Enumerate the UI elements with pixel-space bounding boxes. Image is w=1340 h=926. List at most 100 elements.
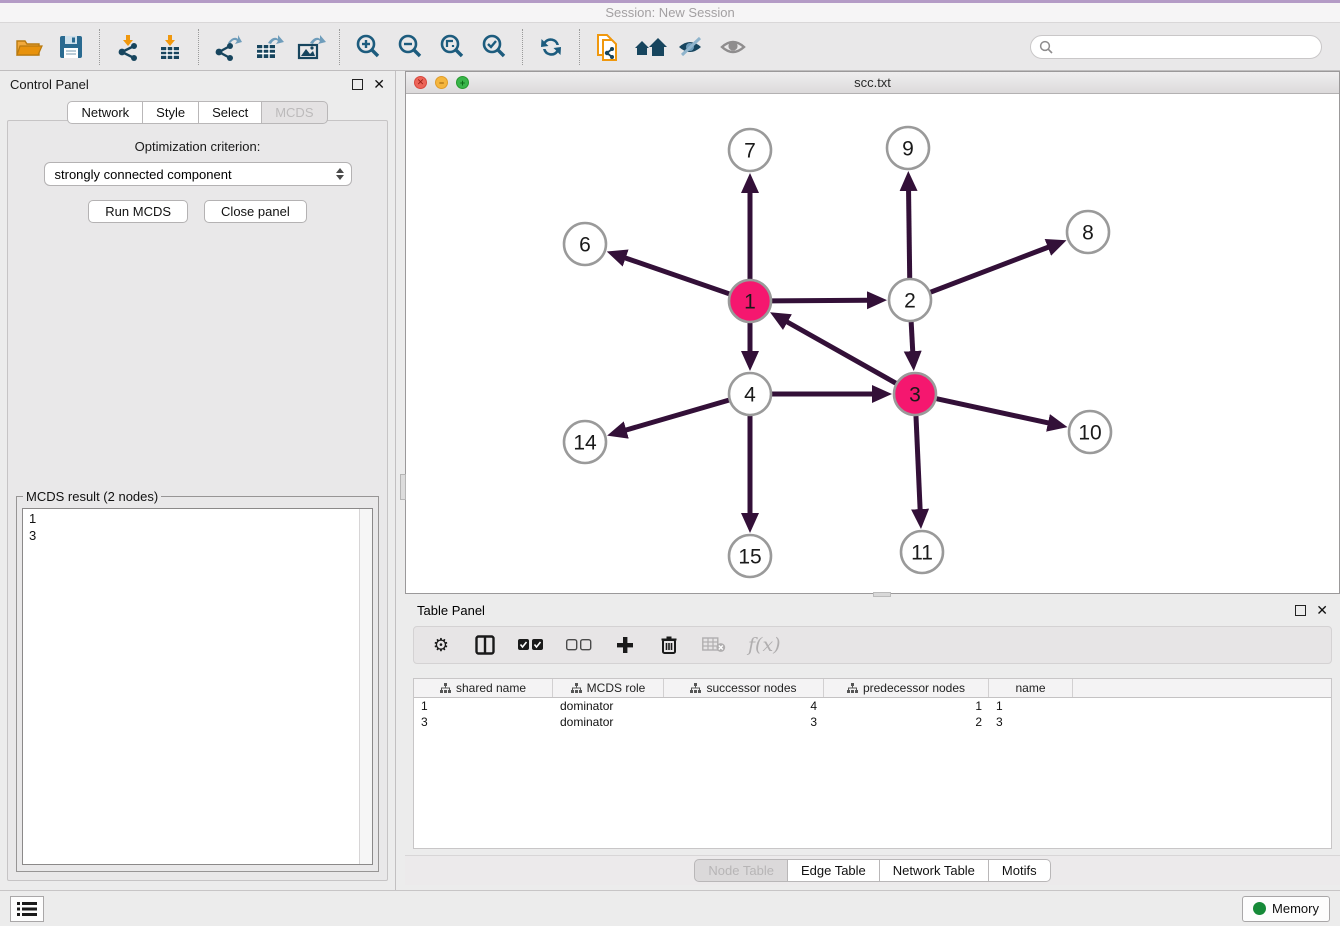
- main-toolbar: [0, 23, 1340, 71]
- cell-mcds-role[interactable]: dominator: [553, 698, 664, 714]
- edge-3-1[interactable]: [787, 322, 896, 384]
- export-table-icon: [254, 33, 284, 61]
- cell-shared-name[interactable]: 3: [414, 714, 553, 730]
- tab-select[interactable]: Select: [199, 101, 262, 124]
- refresh-view-button[interactable]: [530, 27, 572, 67]
- network-window-titlebar[interactable]: scc.txt ✕ − +: [406, 72, 1339, 94]
- tab-edge-table[interactable]: Edge Table: [788, 859, 880, 882]
- network-canvas[interactable]: 7968124314101511: [406, 94, 1339, 593]
- cell-name[interactable]: 3: [989, 714, 1073, 730]
- table-row[interactable]: 3dominator323: [414, 714, 1331, 730]
- mcds-result-area[interactable]: 1 3: [22, 508, 373, 865]
- node-table[interactable]: shared nameMCDS rolesuccessor nodesprede…: [413, 678, 1332, 849]
- delete-table-icon[interactable]: [702, 633, 726, 657]
- zoom-out-button[interactable]: [389, 27, 431, 67]
- edge-1-2[interactable]: [772, 300, 868, 301]
- graph-node-label-15: 15: [738, 545, 761, 568]
- edge-2-8[interactable]: [931, 247, 1049, 292]
- edge-3-10[interactable]: [936, 399, 1048, 423]
- memory-status-icon: [1253, 902, 1266, 915]
- cell-name[interactable]: 1: [989, 698, 1073, 714]
- column-header-shared-name[interactable]: shared name: [414, 679, 553, 697]
- search-box[interactable]: [1030, 35, 1322, 59]
- float-panel-icon[interactable]: [352, 79, 363, 90]
- unselect-all-columns-icon[interactable]: [566, 633, 592, 657]
- add-column-icon[interactable]: [614, 633, 636, 657]
- tab-mcds[interactable]: MCDS: [262, 101, 327, 124]
- table-panel-title: Table Panel: [417, 603, 485, 618]
- criterion-select[interactable]: strongly connected component: [44, 162, 352, 186]
- edge-2-3[interactable]: [911, 322, 913, 352]
- column-header-predecessor-nodes[interactable]: predecessor nodes: [824, 679, 989, 697]
- close-panel-button[interactable]: Close panel: [204, 200, 307, 223]
- toolbar-separator: [99, 29, 100, 65]
- task-list-icon: [17, 901, 37, 917]
- import-table-button[interactable]: [149, 27, 191, 67]
- hide-selected-button[interactable]: [671, 27, 713, 67]
- cell-shared-name[interactable]: 1: [414, 698, 553, 714]
- export-network-icon: [212, 33, 242, 61]
- zoom-in-button[interactable]: [347, 27, 389, 67]
- cell-successor-nodes[interactable]: 4: [664, 698, 824, 714]
- column-layout-icon[interactable]: [474, 633, 496, 657]
- edge-3-11[interactable]: [916, 416, 920, 510]
- memory-button[interactable]: Memory: [1242, 896, 1330, 922]
- select-all-columns-icon[interactable]: [518, 633, 544, 657]
- mcds-panel: Optimization criterion: strongly connect…: [7, 120, 388, 881]
- graph-node-label-4: 4: [744, 383, 756, 406]
- edge-4-14[interactable]: [625, 400, 729, 430]
- column-header-mcds-role[interactable]: MCDS role: [553, 679, 664, 697]
- save-session-icon: [58, 34, 84, 60]
- float-table-panel-icon[interactable]: [1295, 605, 1306, 616]
- edge-2-9[interactable]: [909, 190, 910, 278]
- status-bar: Memory: [0, 890, 1340, 926]
- control-panel-tabs: NetworkStyleSelectMCDS: [0, 101, 395, 124]
- search-input[interactable]: [1058, 40, 1313, 54]
- export-table-button[interactable]: [248, 27, 290, 67]
- export-network-button[interactable]: [206, 27, 248, 67]
- result-scrollbar[interactable]: [359, 509, 372, 864]
- table-row[interactable]: 1dominator411: [414, 698, 1331, 714]
- tab-style[interactable]: Style: [143, 101, 199, 124]
- save-session-button[interactable]: [50, 27, 92, 67]
- splitter-handle-left[interactable]: [400, 474, 406, 500]
- task-history-button[interactable]: [10, 896, 44, 922]
- close-table-panel-icon[interactable]: ✕: [1316, 605, 1328, 616]
- column-header-successor-nodes[interactable]: successor nodes: [664, 679, 824, 697]
- cell-mcds-role[interactable]: dominator: [553, 714, 664, 730]
- column-header-name[interactable]: name: [989, 679, 1073, 697]
- tab-network-table[interactable]: Network Table: [880, 859, 989, 882]
- edge-1-6[interactable]: [625, 258, 730, 294]
- first-neighbors-button[interactable]: [629, 27, 671, 67]
- mcds-result-text: 1 3: [23, 509, 358, 864]
- close-panel-icon[interactable]: ✕: [373, 79, 385, 90]
- graph-node-label-9: 9: [902, 137, 914, 160]
- network-view-window: scc.txt ✕ − + 7968124314101511: [405, 71, 1340, 594]
- table-toolbar: ⚙ f(x): [413, 626, 1332, 664]
- tab-node-table[interactable]: Node Table: [694, 859, 788, 882]
- export-image-button[interactable]: [290, 27, 332, 67]
- toolbar-separator: [339, 29, 340, 65]
- run-mcds-button[interactable]: Run MCDS: [88, 200, 188, 223]
- tab-motifs[interactable]: Motifs: [989, 859, 1051, 882]
- tab-network[interactable]: Network: [67, 101, 143, 124]
- import-network-button[interactable]: [107, 27, 149, 67]
- cell-predecessor-nodes[interactable]: 2: [824, 714, 989, 730]
- zoom-selected-button[interactable]: [473, 27, 515, 67]
- settings-gear-icon[interactable]: ⚙: [430, 633, 452, 657]
- cell-successor-nodes[interactable]: 3: [664, 714, 824, 730]
- show-all-button[interactable]: [713, 27, 755, 67]
- graph-node-label-8: 8: [1082, 221, 1094, 244]
- toolbar-separator: [198, 29, 199, 65]
- graph-node-label-1: 1: [744, 290, 756, 313]
- clone-network-button[interactable]: [587, 27, 629, 67]
- zoom-fit-button[interactable]: [431, 27, 473, 67]
- column-header-filler: [1073, 679, 1331, 697]
- node-table-body: 1dominator4113dominator323: [414, 698, 1331, 730]
- zoom-selected-icon: [480, 33, 508, 61]
- open-session-button[interactable]: [8, 27, 50, 67]
- cell-predecessor-nodes[interactable]: 1: [824, 698, 989, 714]
- function-builder-icon[interactable]: f(x): [748, 633, 781, 657]
- delete-column-icon[interactable]: [658, 633, 680, 657]
- splitter-handle-bottom[interactable]: [873, 592, 891, 597]
